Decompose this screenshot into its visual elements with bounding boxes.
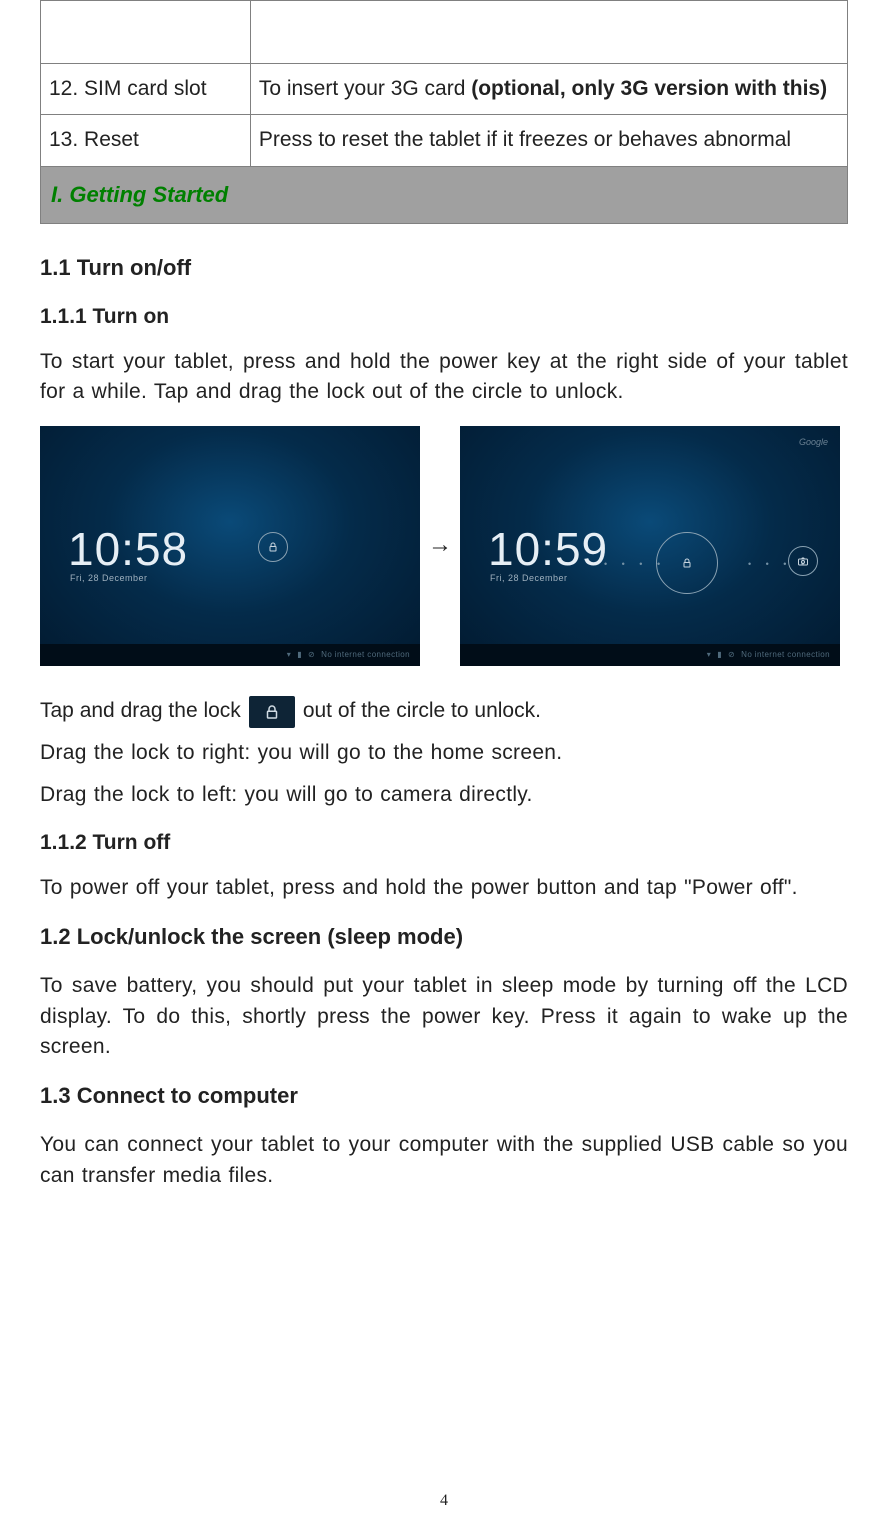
paragraph-connect: You can connect your tablet to your comp… <box>40 1130 848 1191</box>
table-row <box>41 1 848 64</box>
spec-name: 12. SIM card slot <box>41 64 251 115</box>
lockscreen-figures: 10:58 Fri, 28 December ▾ ▮ ⊘ No internet… <box>40 426 848 666</box>
lock-icon <box>249 696 295 728</box>
heading-1-1: 1.1 Turn on/off <box>40 252 848 284</box>
inline-text-post: out of the circle to unlock. <box>303 696 541 726</box>
drag-left-line: Drag the lock to left: you will go to ca… <box>40 780 848 810</box>
clock-date: Fri, 28 December <box>70 572 148 585</box>
lockscreen-after: Google 10:59 Fri, 28 December • • • • • … <box>460 426 840 666</box>
spec-table: 12. SIM card slot To insert your 3G card… <box>40 0 848 167</box>
clock-date: Fri, 28 December <box>490 572 568 585</box>
drag-right-line: Drag the lock to right: you will go to t… <box>40 738 848 768</box>
section-header: I. Getting Started <box>40 167 848 224</box>
spec-desc: To insert your 3G card (optional, only 3… <box>250 64 847 115</box>
table-row: 12. SIM card slot To insert your 3G card… <box>41 64 848 115</box>
heading-1-1-1: 1.1.1 Turn on <box>40 302 848 332</box>
lockscreen-before: 10:58 Fri, 28 December ▾ ▮ ⊘ No internet… <box>40 426 420 666</box>
no-internet-icon: ⊘ <box>728 649 735 661</box>
status-bar: ▾ ▮ ⊘ No internet connection <box>40 644 420 666</box>
paragraph-turn-off: To power off your tablet, press and hold… <box>40 873 848 903</box>
status-bar: ▾ ▮ ⊘ No internet connection <box>460 644 840 666</box>
paragraph-turn-on: To start your tablet, press and hold the… <box>40 347 848 408</box>
spec-name: 13. Reset <box>41 115 251 166</box>
spec-desc: Press to reset the tablet if it freezes … <box>250 115 847 166</box>
heading-1-3: 1.3 Connect to computer <box>40 1080 848 1112</box>
heading-1-1-2: 1.1.2 Turn off <box>40 828 848 858</box>
battery-icon: ▮ <box>717 649 722 661</box>
status-text: No internet connection <box>321 649 410 661</box>
wifi-icon: ▾ <box>287 649 291 661</box>
tap-drag-line: Tap and drag the lock out of the circle … <box>40 696 848 728</box>
google-label: Google <box>799 436 828 449</box>
spec-desc-bold: (optional, only 3G version with this) <box>471 77 827 100</box>
camera-icon <box>788 546 818 576</box>
battery-icon: ▮ <box>297 649 302 661</box>
arrow-right-icon: → <box>428 528 452 563</box>
section-title: I. Getting Started <box>51 182 228 207</box>
no-internet-icon: ⊘ <box>308 649 315 661</box>
wifi-icon: ▾ <box>707 649 711 661</box>
page-number: 4 <box>0 1489 888 1512</box>
lock-icon <box>656 532 718 594</box>
status-text: No internet connection <box>741 649 830 661</box>
spec-desc-text: To insert your 3G card <box>259 77 471 100</box>
spec-desc-text: Press to reset the tablet if it freezes … <box>259 128 791 151</box>
lock-icon <box>258 532 288 562</box>
table-row: 13. Reset Press to reset the tablet if i… <box>41 115 848 166</box>
paragraph-sleep: To save battery, you should put your tab… <box>40 971 848 1062</box>
heading-1-2: 1.2 Lock/unlock the screen (sleep mode) <box>40 921 848 953</box>
inline-text-pre: Tap and drag the lock <box>40 696 241 726</box>
